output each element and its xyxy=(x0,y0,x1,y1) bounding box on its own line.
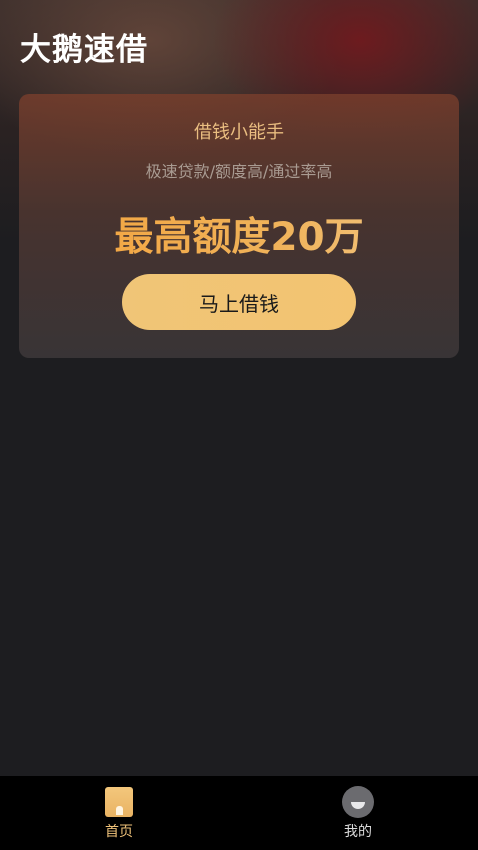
tab-home-label: 首页 xyxy=(105,824,133,840)
profile-icon xyxy=(342,786,374,818)
tab-home[interactable]: 首页 xyxy=(54,776,184,850)
tab-mine[interactable]: 我的 xyxy=(293,776,423,850)
max-limit-text: 最高额度20万 xyxy=(19,206,459,262)
loan-promo-card: 借钱小能手 极速贷款/额度高/通过率高 最高额度20万 马上借钱 xyxy=(19,94,459,358)
home-icon xyxy=(105,787,133,817)
tab-mine-label: 我的 xyxy=(344,824,372,840)
bottom-tab-bar: 首页 我的 xyxy=(0,776,478,850)
borrow-now-button[interactable]: 马上借钱 xyxy=(122,274,356,330)
app-title: 大鹅速借 xyxy=(20,32,148,68)
card-subheading: 极速贷款/额度高/通过率高 xyxy=(145,162,333,181)
card-heading: 借钱小能手 xyxy=(194,122,284,143)
